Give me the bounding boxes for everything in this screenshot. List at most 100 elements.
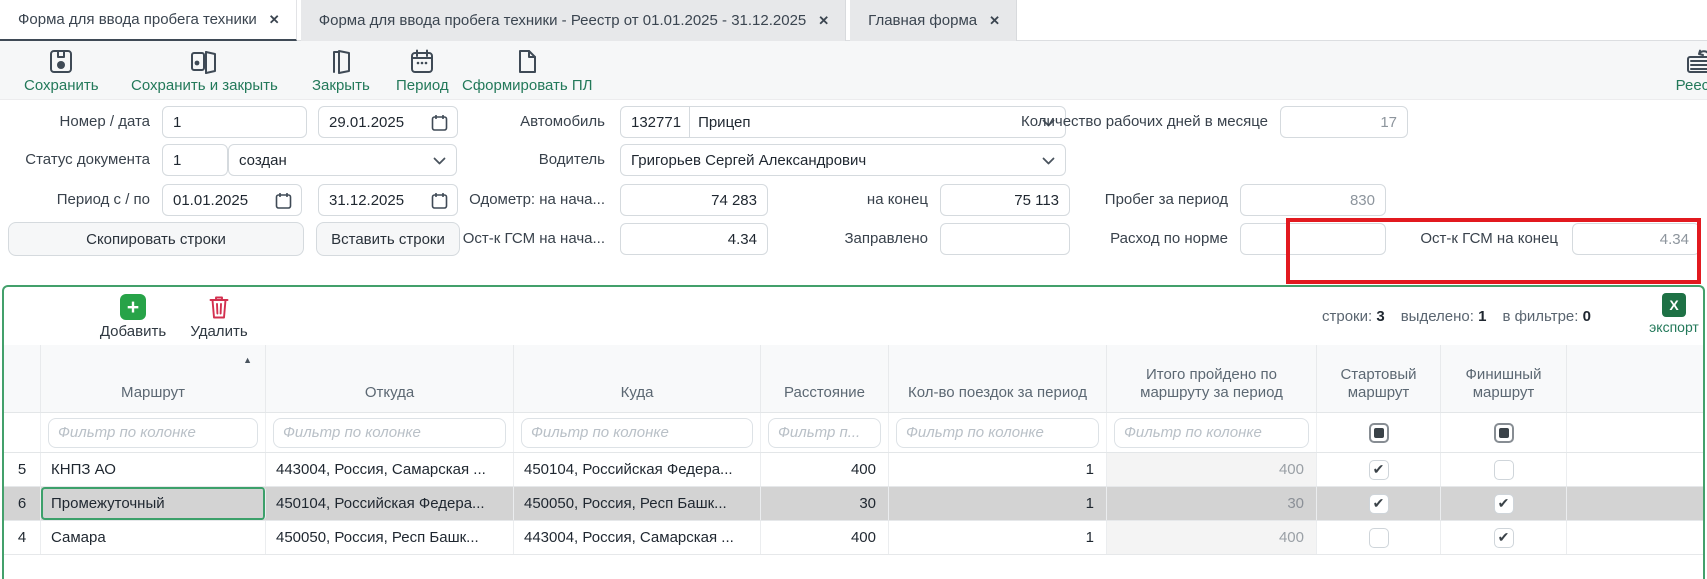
cell-route[interactable]: Самара bbox=[41, 521, 266, 554]
close-label: Закрыть bbox=[312, 77, 370, 94]
tab-label: Форма для ввода пробега техники - Реестр… bbox=[319, 12, 807, 29]
finish-filter-checkbox[interactable] bbox=[1494, 423, 1514, 443]
filter-rownum-cell bbox=[4, 413, 41, 452]
cell-from[interactable]: 443004, Россия, Самарская ... bbox=[266, 453, 514, 486]
tab-mileage-form[interactable]: Форма для ввода пробега техники ✕ bbox=[0, 0, 297, 41]
document-icon bbox=[515, 48, 539, 75]
calendar-icon[interactable] bbox=[275, 192, 292, 210]
table-row[interactable]: 4 Самара 450050, Россия, Респ Башк... 44… bbox=[4, 521, 1703, 555]
cell-to[interactable]: 450050, Россия, Респ Башк... bbox=[514, 487, 761, 520]
export-button[interactable]: X экспорт bbox=[1644, 293, 1704, 335]
cell-total: 400 bbox=[1107, 521, 1317, 554]
cell-distance[interactable]: 400 bbox=[761, 453, 889, 486]
filter-row bbox=[4, 413, 1703, 453]
column-header-rownum bbox=[4, 345, 41, 412]
tab-main-form[interactable]: Главная форма ✕ bbox=[850, 0, 1017, 41]
finish-checkbox[interactable] bbox=[1494, 494, 1514, 514]
column-header-filler bbox=[1567, 345, 1703, 412]
car-name: Прицеп bbox=[698, 114, 750, 131]
cell-trips[interactable]: 1 bbox=[889, 453, 1107, 486]
odometer-start-field[interactable]: 74 283 bbox=[620, 184, 768, 216]
filter-total-input[interactable] bbox=[1114, 418, 1309, 448]
finish-checkbox[interactable] bbox=[1494, 528, 1514, 548]
cell-trips[interactable]: 1 bbox=[889, 487, 1107, 520]
tab-registry[interactable]: Форма для ввода пробега техники - Реестр… bbox=[301, 0, 846, 41]
cell-to[interactable]: 443004, Россия, Самарская ... bbox=[514, 521, 761, 554]
close-icon[interactable]: ✕ bbox=[989, 13, 1000, 29]
fuel-end-field[interactable]: 4.34 bbox=[1572, 223, 1700, 255]
start-checkbox[interactable] bbox=[1369, 528, 1389, 548]
refueled-field[interactable] bbox=[940, 223, 1070, 255]
cell-route[interactable]: КНПЗ АО bbox=[41, 453, 266, 486]
start-filter-checkbox[interactable] bbox=[1369, 423, 1389, 443]
form-pl-button[interactable]: Сформировать ПЛ bbox=[462, 48, 593, 94]
cell-route[interactable]: Промежуточный bbox=[41, 487, 266, 520]
filter-to-input[interactable] bbox=[521, 418, 753, 448]
document-form: Номер / дата 1 29.01.2025 Автомобиль 132… bbox=[0, 100, 1707, 285]
odometer-start-label: Одометр: на нача... bbox=[420, 184, 605, 216]
odometer-end-label: на конец bbox=[800, 184, 928, 216]
column-header-to[interactable]: Куда bbox=[514, 345, 761, 412]
sort-asc-icon[interactable]: ▲ bbox=[243, 355, 252, 366]
cell-distance[interactable]: 400 bbox=[761, 521, 889, 554]
registry-button[interactable]: Реестр bbox=[1660, 48, 1707, 94]
column-header-distance[interactable]: Расстояние bbox=[761, 345, 889, 412]
cell-total: 30 bbox=[1107, 487, 1317, 520]
selected-count: выделено: 1 bbox=[1401, 308, 1487, 325]
cell-rownum[interactable]: 6 bbox=[4, 487, 41, 520]
cell-from[interactable]: 450104, Российская Федера... bbox=[266, 487, 514, 520]
table-toolbar: + Добавить Удалить строки: 3 выделено: 1… bbox=[4, 287, 1703, 345]
copy-rows-button[interactable]: Скопировать строки bbox=[8, 222, 304, 256]
filter-route-input[interactable] bbox=[48, 418, 258, 448]
column-header-start[interactable]: Стартовый маршрут bbox=[1317, 345, 1441, 412]
tab-label: Главная форма bbox=[868, 12, 977, 29]
period-label: Период bbox=[396, 77, 449, 94]
add-row-button[interactable]: + Добавить bbox=[98, 294, 168, 340]
close-icon[interactable]: ✕ bbox=[818, 13, 829, 29]
registry-label: Реестр bbox=[1676, 77, 1707, 94]
column-header-trips[interactable]: Кол-во поездок за период bbox=[889, 345, 1107, 412]
fuel-start-label: Ост-к ГСМ на нача... bbox=[420, 223, 605, 255]
routes-table-panel: + Добавить Удалить строки: 3 выделено: 1… bbox=[2, 285, 1705, 579]
start-checkbox[interactable] bbox=[1369, 460, 1389, 480]
odometer-end-field[interactable]: 75 113 bbox=[940, 184, 1070, 216]
cell-rownum[interactable]: 4 bbox=[4, 521, 41, 554]
column-header-total[interactable]: Итого пройдено по маршруту за период bbox=[1107, 345, 1317, 412]
period-button[interactable]: Период bbox=[396, 48, 449, 94]
driver-select[interactable]: Григорьев Сергей Александрович bbox=[620, 144, 1066, 176]
close-icon[interactable]: ✕ bbox=[269, 12, 280, 28]
finish-checkbox[interactable] bbox=[1494, 460, 1514, 480]
save-close-button[interactable]: Сохранить и закрыть bbox=[131, 48, 278, 94]
status-label: Статус документа bbox=[0, 144, 150, 176]
filter-from-input[interactable] bbox=[273, 418, 506, 448]
period-from-field[interactable]: 01.01.2025 bbox=[162, 184, 302, 216]
column-header-from[interactable]: Откуда bbox=[266, 345, 514, 412]
column-header-finish[interactable]: Финишный маршрут bbox=[1441, 345, 1567, 412]
chevron-down-icon[interactable] bbox=[1042, 157, 1055, 166]
calendar-icon bbox=[409, 48, 435, 75]
start-checkbox[interactable] bbox=[1369, 494, 1389, 514]
status-code-field[interactable]: 1 bbox=[162, 144, 228, 176]
rows-count: строки: 3 bbox=[1322, 308, 1385, 325]
number-field[interactable]: 1 bbox=[162, 106, 307, 138]
table-row[interactable]: 6 Промежуточный 450104, Российская Федер… bbox=[4, 487, 1703, 521]
save-button[interactable]: Сохранить bbox=[24, 48, 99, 94]
cell-to[interactable]: 450104, Российская Федера... bbox=[514, 453, 761, 486]
filtered-count: в фильтре: 0 bbox=[1502, 308, 1591, 325]
column-header-route[interactable]: Маршрут ▲ bbox=[41, 345, 266, 412]
cell-filler bbox=[1567, 453, 1703, 486]
fuel-start-field[interactable]: 4.34 bbox=[620, 223, 768, 255]
close-button[interactable]: Закрыть bbox=[312, 48, 370, 94]
cell-rownum[interactable]: 5 bbox=[4, 453, 41, 486]
filter-trips-input[interactable] bbox=[896, 418, 1099, 448]
workdays-label: Количество рабочих дней в месяце bbox=[940, 106, 1268, 138]
workdays-field[interactable]: 17 bbox=[1280, 106, 1408, 138]
delete-row-button[interactable]: Удалить bbox=[186, 294, 252, 340]
filter-distance-input[interactable] bbox=[768, 418, 881, 448]
mileage-field[interactable]: 830 bbox=[1240, 184, 1386, 216]
cell-distance[interactable]: 30 bbox=[761, 487, 889, 520]
cell-trips[interactable]: 1 bbox=[889, 521, 1107, 554]
cell-from[interactable]: 450050, Россия, Респ Башк... bbox=[266, 521, 514, 554]
table-row[interactable]: 5 КНПЗ АО 443004, Россия, Самарская ... … bbox=[4, 453, 1703, 487]
tab-label: Форма для ввода пробега техники bbox=[18, 11, 257, 28]
